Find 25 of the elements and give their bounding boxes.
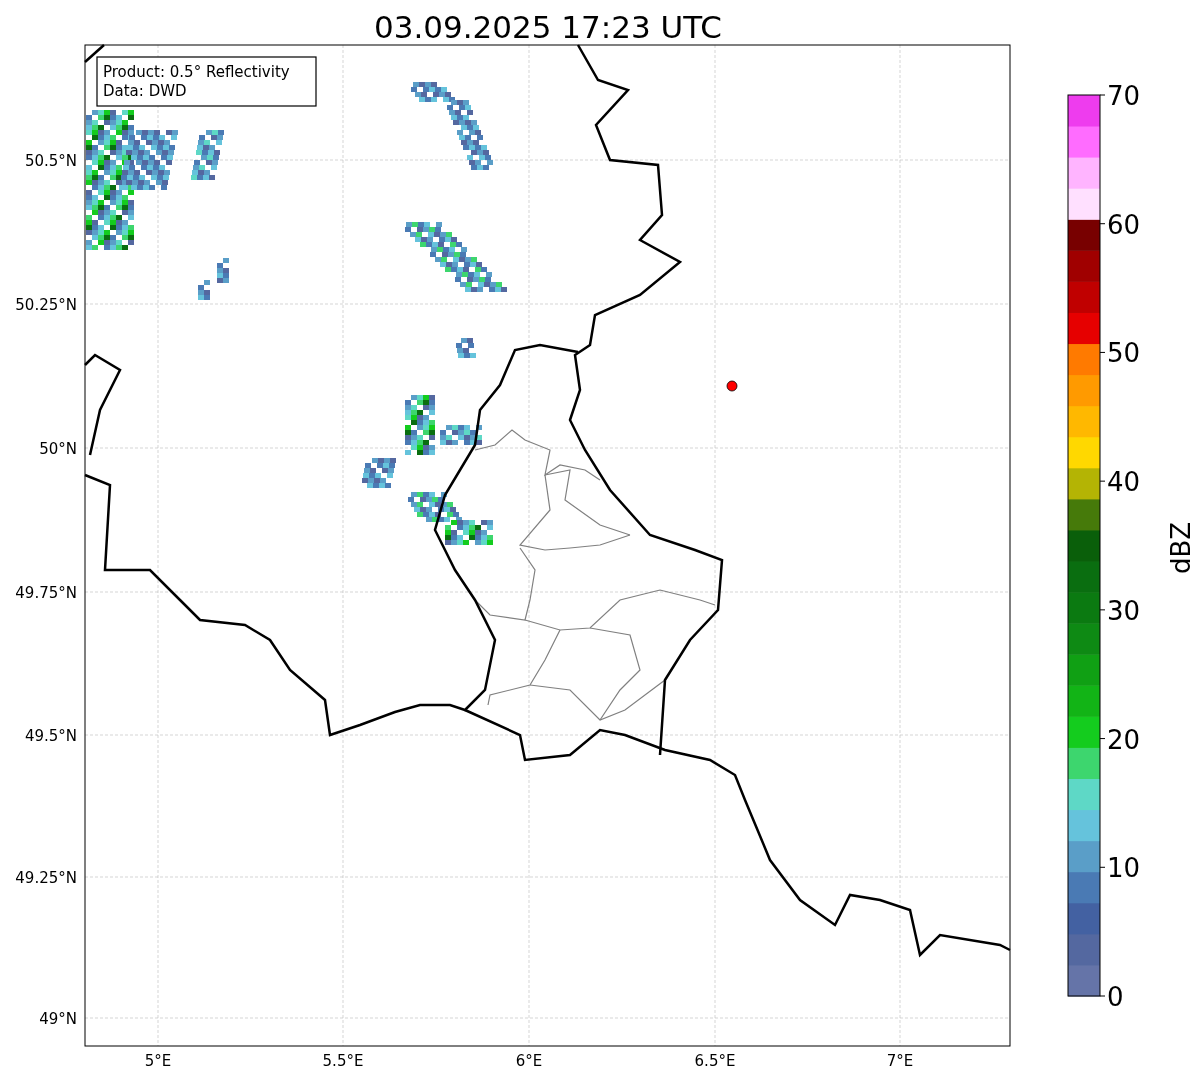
colorbar-tick-label: 70 [1107, 81, 1141, 111]
longitude-label: 5.5°E [322, 1052, 364, 1070]
longitude-label: 7°E [886, 1052, 914, 1070]
colorbar-label: dBZ [1166, 521, 1196, 575]
legend-text: Data: DWD [103, 82, 187, 100]
colorbar-tick-label: 30 [1107, 595, 1141, 626]
longitude-label: 5°E [144, 1052, 172, 1070]
location-marker [726, 380, 738, 392]
latitude-label: 49°N [39, 1010, 77, 1028]
colorbar-tick-label: 20 [1107, 724, 1141, 755]
longitude-label: 6.5°E [694, 1052, 736, 1070]
latitude-label: 49.5°N [24, 727, 77, 745]
colorbar-tick-label: 60 [1107, 209, 1141, 240]
latitude-label: 50.5°N [24, 152, 77, 170]
colorbar-tick-label: 50 [1107, 338, 1141, 369]
legend-text: Product: 0.5° Reflectivity [103, 63, 290, 81]
colorbar-tick-label: 40 [1107, 467, 1141, 498]
colorbar-tick-label: 0 [1107, 982, 1124, 1012]
longitude-label: 6°E [515, 1052, 543, 1070]
latitude-label: 49.25°N [15, 869, 77, 887]
latitude-label: 50°N [39, 440, 77, 458]
colorbar-tick-label: 10 [1107, 853, 1141, 884]
chart-title: 03.09.2025 17:23 UTC [374, 9, 722, 45]
latitude-label: 49.75°N [15, 584, 77, 602]
latitude-label: 50.25°N [15, 296, 77, 314]
